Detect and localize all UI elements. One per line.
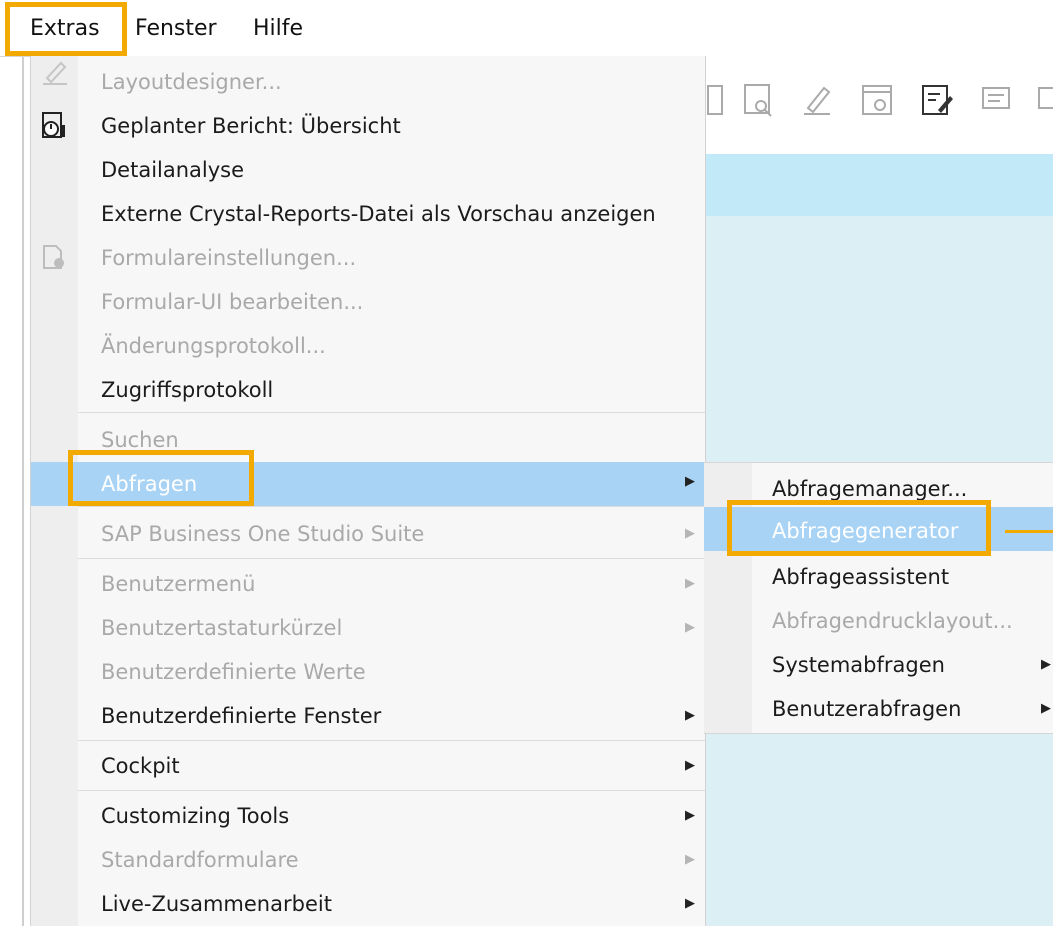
chevron-right-icon: ▶ [685, 808, 695, 823]
chevron-right-icon: ▶ [685, 896, 695, 911]
menu-separator [78, 412, 705, 413]
menu-item-detailanalyse[interactable]: Detailanalyse [101, 150, 244, 190]
menu-item-formular-ui: Formular-UI bearbeiten... [101, 290, 364, 314]
scheduled-report-icon [42, 112, 65, 138]
menu-item-benutzerdefinierte-werte: Benutzerdefinierte Werte [101, 660, 366, 684]
submenu-item-abfragendrucklayout: Abfragendrucklayout... [772, 609, 1013, 633]
menu-hilfe[interactable]: Hilfe [253, 14, 303, 44]
toolbar-message-icon[interactable] [980, 80, 1014, 120]
header-strip [704, 154, 1053, 216]
menu-item-geplanter-bericht[interactable]: Geplanter Bericht: Übersicht [101, 106, 401, 146]
chevron-right-icon: ▶ [685, 758, 695, 773]
chevron-right-icon: ▶ [1041, 657, 1051, 672]
chevron-right-icon: ▶ [685, 474, 695, 489]
menu-item-studio-suite: SAP Business One Studio Suite [101, 522, 425, 546]
submenu-item-systemabfragen[interactable]: Systemabfragen [772, 645, 945, 685]
chevron-right-icon: ▶ [685, 576, 695, 591]
toolbar-page-icon[interactable] [706, 80, 740, 120]
menu-bar: Extras Fenster Hilfe [0, 0, 1053, 57]
menu-item-tastaturkuerzel: Benutzertastaturkürzel [101, 616, 343, 640]
menu-item-customizing-tools[interactable]: Customizing Tools [101, 796, 289, 836]
menu-item-cockpit[interactable]: Cockpit [101, 746, 180, 786]
toolbar-edit-icon[interactable] [800, 80, 834, 120]
menu-item-zugriffsprotokoll[interactable]: Zugriffsprotokoll [101, 370, 273, 410]
menu-item-live-zusammenarbeit[interactable]: Live-Zusammenarbeit [101, 884, 332, 924]
menu-item-layoutdesigner: Layoutdesigner... [101, 70, 282, 94]
toolbar-form-edit-icon[interactable] [920, 80, 954, 120]
chevron-right-icon: ▶ [685, 708, 695, 723]
toolbar-message-icon-2[interactable] [1036, 80, 1053, 120]
menu-separator [78, 506, 705, 507]
toolbar-price-search-icon[interactable] [742, 80, 776, 120]
toolbar-window-settings-icon[interactable] [860, 80, 894, 120]
menu-item-benutzermenue: Benutzermenü [101, 572, 256, 596]
window-border [22, 0, 24, 926]
menu-separator [78, 790, 705, 791]
menu-separator [78, 740, 705, 741]
menu-fenster[interactable]: Fenster [135, 14, 217, 44]
menu-item-standardformulare: Standardformulare [101, 848, 299, 872]
submenu-item-benutzerabfragen[interactable]: Benutzerabfragen [772, 689, 961, 729]
menu-item-crystal-reports[interactable]: Externe Crystal-Reports-Datei als Vorsch… [101, 194, 656, 234]
submenu-item-abfrageassistent[interactable]: Abfrageassistent [772, 557, 949, 597]
screen: Extras Fenster Hilfe Layoutdesigner... G… [0, 0, 1053, 926]
highlight-abfragegenerator [727, 500, 991, 556]
menu-item-formulareinstellungen: Formulareinstellungen... [101, 246, 357, 270]
menu-item-aenderungsprotokoll: Änderungsprotokoll... [101, 334, 326, 358]
menu-item-benutzerdefinierte-fenster[interactable]: Benutzerdefinierte Fenster [101, 696, 381, 736]
pencil-icon [43, 61, 67, 85]
callout-line [1005, 530, 1053, 533]
form-settings-icon [43, 245, 64, 269]
chevron-right-icon: ▶ [685, 526, 695, 541]
menu-separator [78, 558, 705, 559]
chevron-right-icon: ▶ [685, 852, 695, 867]
chevron-right-icon: ▶ [1041, 701, 1051, 716]
highlight-abfragen [68, 450, 254, 506]
chevron-right-icon: ▶ [685, 620, 695, 635]
highlight-extras [5, 2, 127, 56]
